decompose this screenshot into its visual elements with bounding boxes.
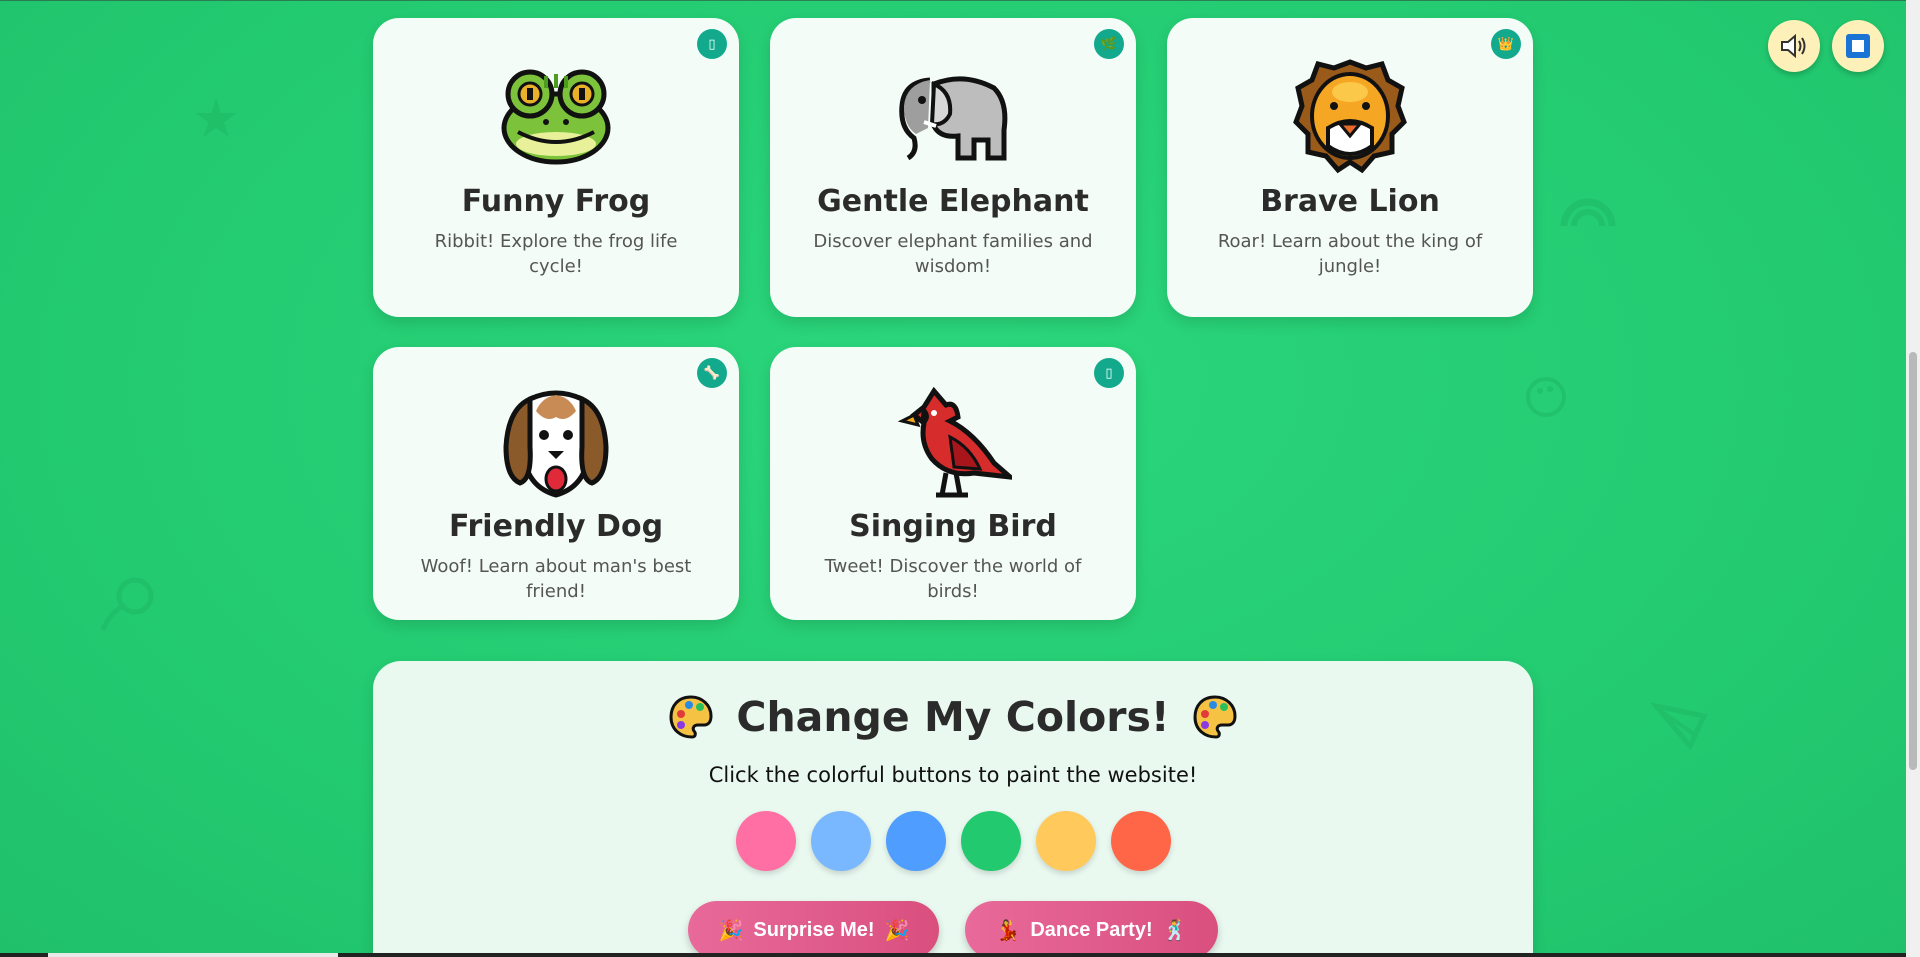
speaker-icon	[1781, 33, 1806, 59]
card-funny-frog[interactable]: ▯ Funny Frog Ribbit! Explore the frog li…	[373, 18, 739, 317]
tadpole-decoration-icon	[95, 574, 159, 643]
card-badge-icon: 👑	[1491, 29, 1521, 59]
card-brave-lion[interactable]: 👑 Brave Lion Roar! Learn about the king …	[1167, 18, 1533, 317]
palette-icon	[1193, 695, 1237, 739]
card-description: Woof! Learn about man's best friend!	[420, 556, 692, 602]
dance-party-label: Dance Party!	[1030, 918, 1153, 941]
scrollbar-thumb[interactable]	[1909, 352, 1917, 770]
rainbow-decoration-icon	[1560, 185, 1616, 239]
lion-icon	[1167, 56, 1533, 176]
dog-icon	[373, 387, 739, 501]
card-singing-bird[interactable]: ▯ Singing Bird Tweet! Discover the world…	[770, 347, 1136, 620]
card-badge-icon: ▯	[1094, 358, 1124, 388]
party-popper-icon: 🎉	[884, 919, 910, 942]
card-gentle-elephant[interactable]: 🌿 Gentle Elephant Discover elephant fami…	[770, 18, 1136, 317]
color-changer-panel: Change My Colors! Click the colorful but…	[373, 661, 1533, 957]
top-border	[0, 0, 1920, 1]
surprise-me-label: Surprise Me!	[753, 918, 875, 941]
frog-icon	[373, 56, 739, 176]
card-badge-icon: 🦴	[697, 358, 727, 388]
color-swatch-blue[interactable]	[885, 811, 946, 871]
dancer-icon: 💃	[995, 919, 1021, 942]
surprise-me-button[interactable]: 🎉 Surprise Me! 🎉	[688, 901, 940, 957]
color-swatch-yellow[interactable]	[1035, 811, 1096, 871]
card-description: Ribbit! Explore the frog life cycle!	[434, 231, 678, 277]
party-popper-icon: 🎉	[718, 919, 744, 942]
color-swatch-green[interactable]	[960, 811, 1021, 871]
card-badge-icon: 🌿	[1094, 29, 1124, 59]
dance-party-button[interactable]: 💃 Dance Party! 🕺	[965, 901, 1218, 957]
card-description: Discover elephant families and wisdom!	[813, 231, 1093, 277]
bottom-bar-segment	[48, 953, 338, 957]
stop-button[interactable]	[1832, 20, 1884, 72]
palette-decoration-icon	[1524, 374, 1568, 428]
color-swatch-orange[interactable]	[1110, 811, 1171, 871]
color-changer-title: Change My Colors!	[736, 693, 1170, 741]
sound-toggle-button[interactable]	[1768, 20, 1820, 72]
card-title: Brave Lion	[1260, 184, 1440, 219]
color-changer-heading: Change My Colors!	[373, 693, 1533, 741]
card-title: Gentle Elephant	[817, 184, 1089, 219]
card-title: Friendly Dog	[448, 509, 664, 544]
color-swatch-pink[interactable]	[735, 811, 796, 871]
card-title: Singing Bird	[849, 509, 1057, 544]
color-swatch-light-blue[interactable]	[810, 811, 871, 871]
color-changer-subtitle: Click the colorful buttons to paint the …	[708, 763, 1198, 787]
palette-icon	[669, 695, 713, 739]
card-description: Tweet! Discover the world of birds!	[824, 556, 1082, 602]
fun-buttons-row: 🎉 Surprise Me! 🎉 💃 Dance Party! 🕺	[373, 901, 1533, 957]
card-badge-icon: ▯	[697, 29, 727, 59]
card-title: Funny Frog	[461, 184, 651, 219]
card-friendly-dog[interactable]: 🦴 Friendly Dog Woof! Learn about man's b…	[373, 347, 739, 620]
elephant-icon	[770, 56, 1136, 176]
color-swatch-row	[373, 811, 1533, 871]
bird-icon	[770, 387, 1136, 501]
leaf-decoration-icon	[1649, 698, 1710, 759]
star-decoration-icon: ★	[192, 87, 241, 150]
vertical-scrollbar[interactable]	[1906, 0, 1920, 957]
card-description: Roar! Learn about the king of jungle!	[1217, 231, 1483, 277]
stop-icon	[1846, 34, 1870, 58]
dancer-man-icon: 🕺	[1162, 919, 1188, 942]
